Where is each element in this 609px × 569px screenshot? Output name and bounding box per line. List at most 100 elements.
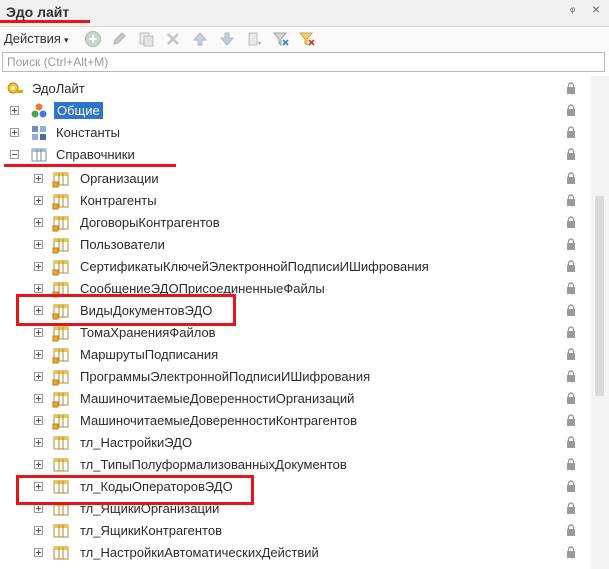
- search-box[interactable]: [2, 52, 605, 72]
- tree-group-label: Общие: [54, 102, 103, 119]
- catalog-item[interactable]: МаршрутыПодписания: [0, 344, 590, 366]
- expand-icon[interactable]: [34, 438, 43, 447]
- catalog-icon: [52, 392, 69, 408]
- catalog-icon: [53, 524, 69, 538]
- catalog-icon: [52, 172, 69, 188]
- expand-icon[interactable]: [34, 504, 43, 513]
- catalog-item[interactable]: тл_ЯщикиКонтрагентов: [0, 520, 590, 542]
- expand-icon[interactable]: [10, 106, 19, 115]
- expand-icon[interactable]: [34, 262, 43, 271]
- lock-icon: [567, 392, 575, 404]
- expand-icon[interactable]: [34, 174, 43, 183]
- catalog-item-label: СообщениеЭДОПрисоединенныеФайлы: [80, 281, 325, 296]
- tree-group-label: Константы: [56, 125, 120, 140]
- expand-icon[interactable]: [34, 416, 43, 425]
- catalog-item[interactable]: тл_КодыОператоровЭДО: [0, 476, 590, 498]
- expand-icon[interactable]: [34, 548, 43, 557]
- expand-icon[interactable]: [10, 128, 19, 137]
- catalog-item-label: тл_НастройкиАвтоматическихДействий: [80, 545, 319, 560]
- lock-icon: [567, 282, 575, 294]
- catalog-item[interactable]: Организации: [0, 168, 590, 190]
- tree-group-label: Справочники: [56, 147, 135, 162]
- add-circle-icon[interactable]: [84, 30, 102, 48]
- expand-icon[interactable]: [34, 482, 43, 491]
- expand-icon[interactable]: [34, 196, 43, 205]
- lock-icon: [567, 370, 575, 382]
- lock-icon: [567, 524, 575, 536]
- expand-icon[interactable]: [34, 372, 43, 381]
- delete-x-icon[interactable]: [164, 30, 182, 48]
- move-down-icon[interactable]: [218, 30, 236, 48]
- expand-icon[interactable]: [34, 284, 43, 293]
- catalog-icon: [52, 304, 69, 320]
- tree-group-catalogs[interactable]: Справочники: [0, 144, 590, 166]
- window-titlebar: Эдо лайт ᵠ ×: [0, 0, 609, 27]
- chevron-down-icon: ▾: [63, 35, 69, 45]
- expand-icon[interactable]: [34, 526, 43, 535]
- lock-icon: [567, 326, 575, 338]
- tree-group-constants[interactable]: Константы: [0, 122, 590, 144]
- edit-pencil-icon[interactable]: [110, 30, 128, 48]
- catalog-item[interactable]: ДоговорыКонтрагентов: [0, 212, 590, 234]
- catalog-icon: [52, 348, 69, 364]
- expand-icon[interactable]: [34, 460, 43, 469]
- expand-icon[interactable]: [34, 350, 43, 359]
- tree-root[interactable]: ЭдоЛайт: [0, 78, 590, 100]
- vertical-scrollbar[interactable]: [591, 76, 609, 569]
- catalog-item[interactable]: тл_НастройкиЭДО: [0, 432, 590, 454]
- lock-icon: [567, 348, 575, 360]
- lock-icon: [567, 502, 575, 514]
- catalog-item[interactable]: тл_ТипыПолуформализованныхДокументов: [0, 454, 590, 476]
- sort-icon[interactable]: [245, 30, 263, 48]
- metadata-tree: ЭдоЛайт Общие Константы Справочники Орга…: [0, 76, 590, 569]
- catalog-item[interactable]: тл_НастройкиАвтоматическихДействий: [0, 542, 590, 564]
- catalog-item[interactable]: МашиночитаемыеДоверенностиКонтрагентов: [0, 410, 590, 432]
- lock-icon: [567, 238, 575, 250]
- actions-menu-button[interactable]: Действия ▾: [4, 31, 69, 46]
- lock-icon: [567, 480, 575, 492]
- catalog-icon: [52, 238, 69, 254]
- tree-group-common[interactable]: Общие: [0, 100, 590, 122]
- clear-filter-icon[interactable]: [298, 30, 316, 48]
- catalog-item[interactable]: МашиночитаемыеДоверенностиОрганизаций: [0, 388, 590, 410]
- catalog-item-label: тл_КодыОператоровЭДО: [80, 479, 233, 494]
- scrollbar-thumb[interactable]: [595, 196, 604, 396]
- catalog-icon: [53, 458, 69, 472]
- lock-icon: [567, 414, 575, 426]
- lock-icon: [567, 126, 575, 138]
- expand-icon[interactable]: [34, 240, 43, 249]
- title-highlight-underline: [0, 20, 90, 23]
- catalog-item-label: тл_ЯщикиОрганизаций: [80, 501, 220, 516]
- catalog-item[interactable]: ТомаХраненияФайлов: [0, 322, 590, 344]
- lock-icon: [567, 216, 575, 228]
- catalog-item[interactable]: СертификатыКлючейЭлектроннойПодписиИШифр…: [0, 256, 590, 278]
- catalog-item-label: МаршрутыПодписания: [80, 347, 219, 362]
- catalog-item-label: ДоговорыКонтрагентов: [80, 215, 220, 230]
- expand-icon[interactable]: [34, 218, 43, 227]
- catalog-item[interactable]: тл_ЯщикиОрганизаций: [0, 498, 590, 520]
- catalog-icon: [53, 480, 69, 494]
- tree-root-label: ЭдоЛайт: [32, 81, 85, 96]
- config-key-icon: [7, 82, 23, 94]
- catalog-item-label: ТомаХраненияФайлов: [80, 325, 216, 340]
- catalog-item[interactable]: ПрограммыЭлектроннойПодписиИШифрования: [0, 366, 590, 388]
- catalog-item[interactable]: Пользователи: [0, 234, 590, 256]
- expand-icon[interactable]: [34, 328, 43, 337]
- pin-icon[interactable]: ᵠ: [570, 5, 575, 17]
- filter-icon[interactable]: [272, 30, 290, 48]
- expand-icon[interactable]: [34, 394, 43, 403]
- lock-icon: [567, 82, 575, 94]
- close-icon[interactable]: ×: [592, 2, 600, 16]
- expand-icon[interactable]: [34, 306, 43, 315]
- toolbar: Действия ▾: [0, 27, 609, 51]
- catalog-item[interactable]: СообщениеЭДОПрисоединенныеФайлы: [0, 278, 590, 300]
- copy-icon[interactable]: [137, 30, 155, 48]
- search-input[interactable]: [3, 53, 604, 71]
- lock-icon: [567, 104, 575, 116]
- move-up-icon[interactable]: [191, 30, 209, 48]
- catalog-item[interactable]: Контрагенты: [0, 190, 590, 212]
- collapse-icon[interactable]: [10, 150, 19, 159]
- catalog-icon: [53, 546, 69, 560]
- catalog-item[interactable]: ВидыДокументовЭДО: [0, 300, 590, 322]
- lock-icon: [567, 304, 575, 316]
